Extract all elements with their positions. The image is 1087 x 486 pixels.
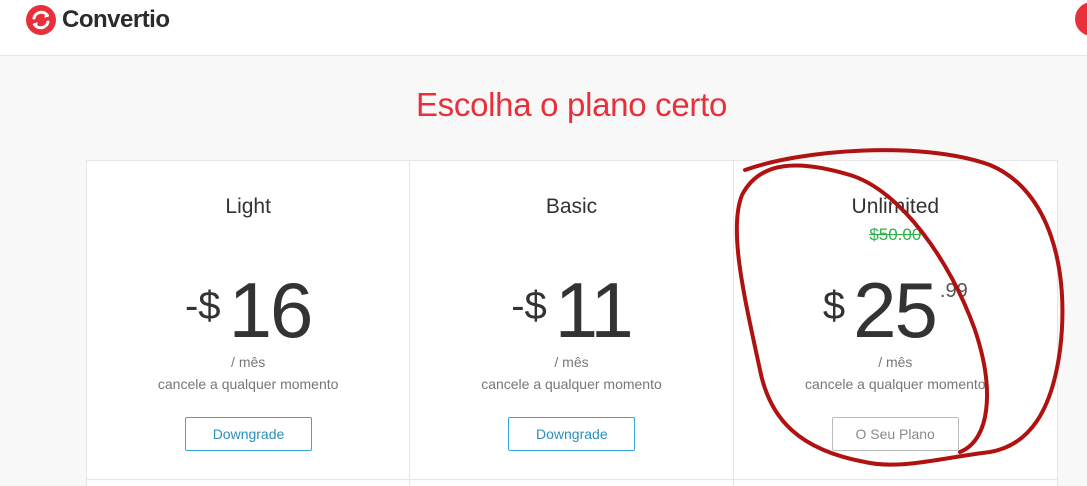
- price-cents: .99: [939, 280, 968, 302]
- price-prefix: -$: [184, 284, 221, 328]
- plan-light: Light -$ 16 / mês cancele a qualquer mome…: [87, 161, 411, 486]
- brand-name: Convertio: [62, 6, 170, 33]
- pricing-plans: Light -$ 16 / mês cancele a qualquer mome…: [86, 160, 1058, 486]
- price-prefix: -$: [511, 284, 547, 328]
- user-avatar[interactable]: [1075, 2, 1087, 36]
- plan-name: Unlimited: [851, 195, 940, 218]
- plan-price: $25.99: [734, 265, 1057, 356]
- price-period: / mês: [878, 354, 913, 370]
- top-bar: Convertio: [0, 0, 1087, 56]
- plan-name: Basic: [545, 195, 598, 218]
- price-amount: 25: [853, 266, 938, 354]
- plan-name: Light: [225, 195, 271, 218]
- price-period: / mês: [231, 354, 266, 370]
- convertio-logo-icon: [26, 5, 56, 35]
- page-title: Escolha o plano certo: [415, 86, 728, 123]
- plan-price: -$ 11: [410, 265, 732, 356]
- cancel-note: cancele a qualquer momento: [481, 376, 662, 392]
- cancel-note: cancele a qualquer momento: [157, 376, 339, 392]
- downgrade-basic-button[interactable]: Downgrade: [508, 417, 636, 451]
- downgrade-light-button[interactable]: Downgrade: [185, 417, 312, 451]
- divider: [87, 479, 410, 480]
- brand-logo[interactable]: Convertio: [26, 5, 170, 35]
- plan-basic: Basic -$ 11 / mês cancele a qualquer mome…: [410, 161, 734, 486]
- plan-price: -$ 16: [87, 265, 409, 356]
- current-plan-button[interactable]: O Seu Plano: [831, 417, 959, 451]
- cancel-note: cancele a qualquer momento: [805, 376, 986, 392]
- old-price: $50.00: [869, 225, 922, 244]
- price-amount: 11: [554, 266, 634, 354]
- price-period: / mês: [554, 354, 589, 370]
- price-prefix: $: [822, 284, 846, 328]
- plan-unlimited: Unlimited $50.00 $25.99 / mês cancele a …: [733, 161, 1057, 486]
- divider: [410, 479, 733, 480]
- divider: [733, 479, 1057, 480]
- price-amount: 16: [228, 266, 314, 354]
